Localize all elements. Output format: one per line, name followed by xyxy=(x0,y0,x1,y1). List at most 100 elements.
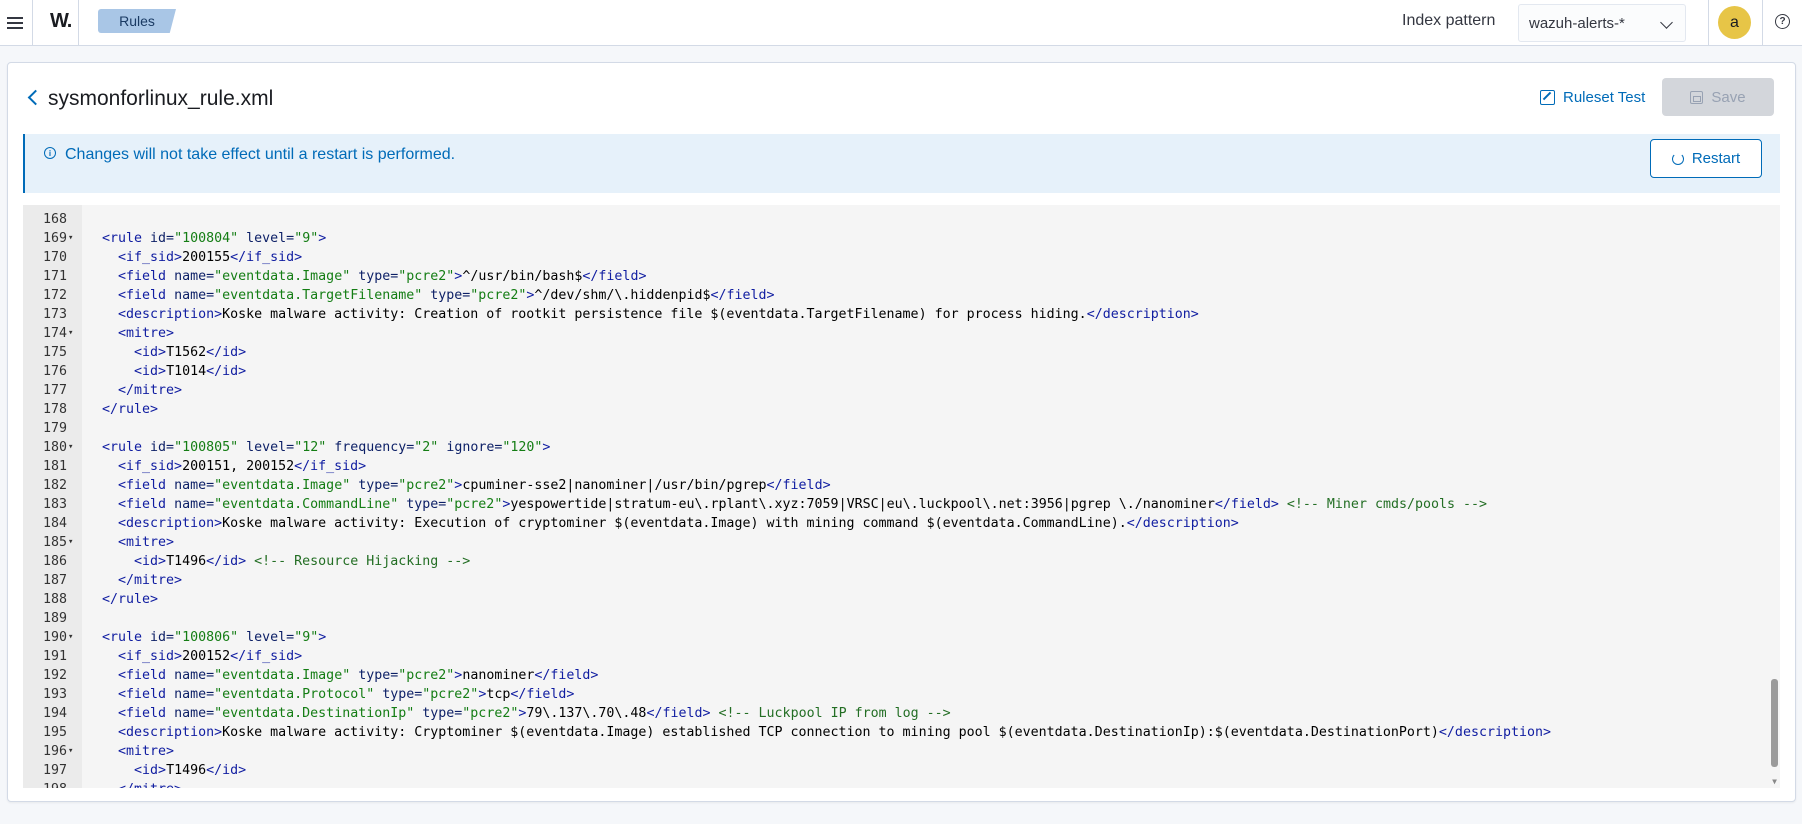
refresh-icon xyxy=(1671,152,1684,165)
code-line[interactable]: 170 <if_sid>200155</if_sid> xyxy=(23,248,1763,267)
code-text: <field name="eventdata.DestinationIp" ty… xyxy=(118,706,951,721)
fold-toggle-icon[interactable]: ▾ xyxy=(68,628,73,647)
save-label: Save xyxy=(1711,88,1746,106)
code-line[interactable]: 182 <field name="eventdata.Image" type="… xyxy=(23,476,1763,495)
code-text: <field name="eventdata.Image" type="pcre… xyxy=(118,668,599,683)
code-text: <description>Koske malware activity: Cre… xyxy=(118,307,1199,322)
line-number: 184 xyxy=(42,516,67,531)
code-text: <rule id="100804" level="9"> xyxy=(102,231,327,246)
header-divider xyxy=(1708,0,1709,46)
line-number: 177 xyxy=(42,383,67,398)
code-line[interactable]: 173 <description>Koske malware activity:… xyxy=(23,305,1763,324)
code-line[interactable]: 195 <description>Koske malware activity:… xyxy=(23,723,1763,742)
code-line[interactable]: 168 xyxy=(23,210,1763,229)
fold-toggle-icon[interactable]: ▾ xyxy=(68,229,73,248)
edit-icon xyxy=(1540,90,1555,105)
code-editor[interactable]: ▼ 168 169 ▾ <rule id="100804" level="9"> 170… xyxy=(23,205,1780,788)
line-number: 188 xyxy=(42,592,67,607)
line-number: 196 xyxy=(42,744,67,759)
code-text: <description>Koske malware activity: Cry… xyxy=(118,725,1551,740)
line-number: 168 xyxy=(42,212,67,227)
code-text: <if_sid>200151, 200152</if_sid> xyxy=(118,459,367,474)
line-number: 197 xyxy=(42,763,67,778)
line-number: 193 xyxy=(42,687,67,702)
code-line[interactable]: 175 <id>T1562</id> xyxy=(23,343,1763,362)
code-line[interactable]: 180 ▾ <rule id="100805" level="12" frequen… xyxy=(23,438,1763,457)
breadcrumb-rules[interactable]: Rules xyxy=(98,9,176,33)
code-text: </mitre> xyxy=(118,573,183,588)
code-line[interactable]: 194 <field name="eventdata.DestinationIp… xyxy=(23,704,1763,723)
code-text: <mitre> xyxy=(118,326,175,341)
restart-callout: i Changes will not take effect until a r… xyxy=(23,134,1780,193)
line-number: 180 xyxy=(42,440,67,455)
fold-toggle-icon[interactable]: ▾ xyxy=(68,438,73,457)
code-text: <id>T1014</id> xyxy=(134,364,247,379)
restart-button[interactable]: Restart xyxy=(1650,139,1762,178)
line-number: 172 xyxy=(42,288,67,303)
code-text: <id>T1496</id> <!-- Resource Hijacking -… xyxy=(134,554,471,569)
code-line[interactable]: 190 ▾ <rule id="100806" level="9"> xyxy=(23,628,1763,647)
line-number: 182 xyxy=(42,478,67,493)
avatar[interactable]: a xyxy=(1718,6,1751,39)
line-number: 198 xyxy=(23,780,67,788)
wazuh-logo[interactable]: W. xyxy=(50,10,72,33)
code-text: <description>Koske malware activity: Exe… xyxy=(118,516,1239,531)
fold-toggle-icon[interactable]: ▾ xyxy=(68,742,73,761)
code-line[interactable]: 186 <id>T1496</id> <!-- Resource Hijacki… xyxy=(23,552,1763,571)
code-text: <mitre> xyxy=(118,535,175,550)
code-line[interactable]: 193 <field name="eventdata.Protocol" typ… xyxy=(23,685,1763,704)
save-button[interactable]: Save xyxy=(1662,78,1774,116)
code-line[interactable]: 174 ▾ <mitre> xyxy=(23,324,1763,343)
code-line[interactable]: 178 </rule> xyxy=(23,400,1763,419)
code-line[interactable]: 189 xyxy=(23,609,1763,628)
code-line[interactable]: 172 <field name="eventdata.TargetFilenam… xyxy=(23,286,1763,305)
code-text: <if_sid>200152</if_sid> xyxy=(118,649,303,664)
code-line[interactable]: 187 </mitre> xyxy=(23,571,1763,590)
help-icon[interactable]: ? xyxy=(1775,14,1790,29)
code-line[interactable]: 179 xyxy=(23,419,1763,438)
menu-button[interactable] xyxy=(0,0,30,46)
code-text: <field name="eventdata.Image" type="pcre… xyxy=(118,478,831,493)
page-title: sysmonforlinux_rule.xml xyxy=(48,87,274,110)
code-text: <rule id="100806" level="9"> xyxy=(102,630,327,645)
editor-scrollbar[interactable] xyxy=(1771,679,1778,767)
callout-message: Changes will not take effect until a res… xyxy=(65,146,456,163)
scroll-down-arrow-icon[interactable]: ▼ xyxy=(1772,777,1777,786)
chevron-down-icon xyxy=(1660,16,1673,29)
code-line[interactable]: 177 </mitre> xyxy=(23,381,1763,400)
code-line[interactable]: 191 <if_sid>200152</if_sid> xyxy=(23,647,1763,666)
fold-toggle-icon[interactable]: ▾ xyxy=(68,324,73,343)
code-line[interactable]: 197 <id>T1496</id> xyxy=(23,761,1763,780)
ruleset-test-button[interactable]: Ruleset Test xyxy=(1540,89,1645,106)
code-line[interactable]: 196 ▾ <mitre> xyxy=(23,742,1763,761)
line-number: 189 xyxy=(42,611,67,626)
index-pattern-select[interactable]: wazuh-alerts-* xyxy=(1518,4,1686,42)
code-line[interactable]: 184 <description>Koske malware activity:… xyxy=(23,514,1763,533)
line-number: 169 xyxy=(42,231,67,246)
top-header: W. Rules Index pattern wazuh-alerts-* a … xyxy=(0,0,1802,46)
code-line[interactable]: 185 ▾ <mitre> xyxy=(23,533,1763,552)
index-pattern-value: wazuh-alerts-* xyxy=(1529,14,1625,32)
code-text: <field name="eventdata.Image" type="pcre… xyxy=(118,269,647,284)
hamburger-icon xyxy=(7,17,23,29)
code-line[interactable]: 181 <if_sid>200151, 200152</if_sid> xyxy=(23,457,1763,476)
line-number: 187 xyxy=(42,573,67,588)
fold-toggle-icon[interactable]: ▾ xyxy=(68,533,73,552)
code-line[interactable]: 176 <id>T1014</id> xyxy=(23,362,1763,381)
back-arrow-icon[interactable] xyxy=(27,89,44,106)
code-line[interactable]: 188 </rule> xyxy=(23,590,1763,609)
ruleset-test-label: Ruleset Test xyxy=(1563,89,1646,106)
code-line[interactable]: 198 </mitre> xyxy=(23,780,1763,788)
code-text: </rule> xyxy=(102,592,159,607)
line-number: 191 xyxy=(42,649,67,664)
line-number: 171 xyxy=(42,269,67,284)
line-number: 194 xyxy=(42,706,67,721)
line-number: 173 xyxy=(42,307,67,322)
header-divider xyxy=(1762,0,1763,46)
code-line[interactable]: 183 <field name="eventdata.CommandLine" … xyxy=(23,495,1763,514)
code-line[interactable]: 171 <field name="eventdata.Image" type="… xyxy=(23,267,1763,286)
line-number: 170 xyxy=(42,250,67,265)
code-line[interactable]: 169 ▾ <rule id="100804" level="9"> xyxy=(23,229,1763,248)
code-line[interactable]: 192 <field name="eventdata.Image" type="… xyxy=(23,666,1763,685)
line-number: 175 xyxy=(42,345,67,360)
